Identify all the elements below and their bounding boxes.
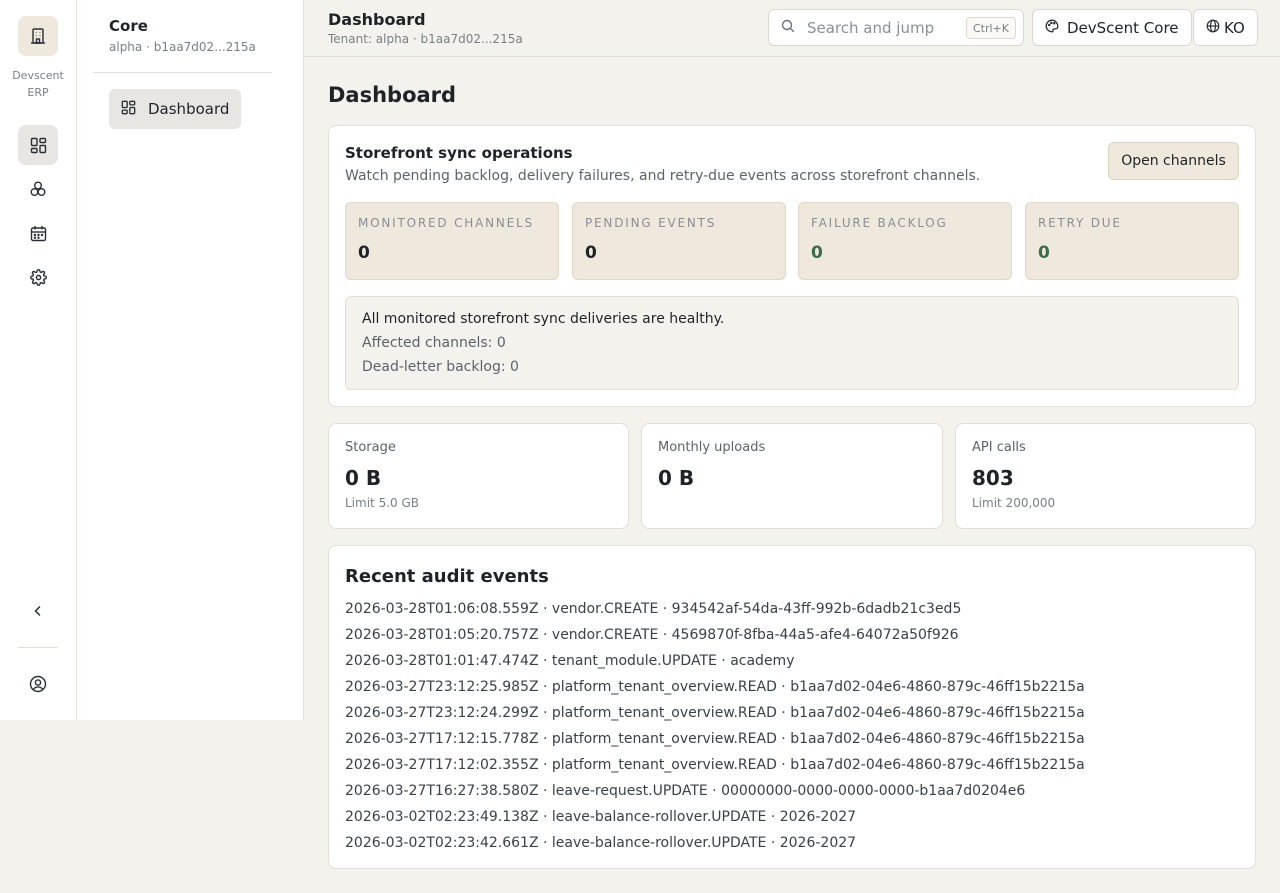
dead-letter-backlog: Dead-letter backlog: 0 <box>362 359 519 375</box>
metric-failure-backlog: Failure backlog 0 <box>798 202 1012 280</box>
theme-button[interactable]: DevScent Core <box>1032 9 1192 46</box>
usage-label: API calls <box>972 440 1026 455</box>
audit-event: 2026-03-28T01:06:08.559Z · vendor.CREATE… <box>345 601 962 617</box>
storefront-sync-card: Storefront sync operations Watch pending… <box>328 125 1256 407</box>
sync-description: Watch pending backlog, delivery failures… <box>345 168 981 184</box>
metric-label: Failure backlog <box>811 216 948 230</box>
audit-event: 2026-03-28T01:01:47.474Z · tenant_module… <box>345 653 795 669</box>
usage-value: 0 B <box>345 466 382 490</box>
metric-value: 0 <box>811 243 823 263</box>
audit-event-list: 2026-03-28T01:06:08.559Z · vendor.CREATE… <box>345 596 1085 856</box>
usage-limit: Limit 5.0 GB <box>345 496 419 510</box>
audit-event: 2026-03-27T23:12:25.985Z · platform_tena… <box>345 679 1085 695</box>
metric-label: Pending events <box>585 216 717 230</box>
metric-retry-due: Retry due 0 <box>1025 202 1239 280</box>
audit-event: 2026-03-02T02:23:42.661Z · leave-balance… <box>345 835 857 851</box>
audit-events-card: Recent audit events 2026-03-28T01:06:08.… <box>328 545 1256 869</box>
sidebar-item-dashboard[interactable]: Dashboard <box>109 89 241 129</box>
status-message: All monitored storefront sync deliveries… <box>362 311 725 327</box>
audit-event: 2026-03-27T16:27:38.580Z · leave-request… <box>345 783 1026 799</box>
search-placeholder: Search and jump <box>807 18 935 37</box>
sidebar-divider <box>93 72 272 73</box>
gear-icon[interactable] <box>18 257 58 297</box>
header-subtitle: Tenant: alpha · b1aa7d02...215a <box>328 32 523 46</box>
metric-value: 0 <box>585 243 597 263</box>
sync-title: Storefront sync operations <box>345 144 573 162</box>
audit-event: 2026-03-02T02:23:49.138Z · leave-balance… <box>345 809 857 825</box>
modules-icon[interactable] <box>18 169 58 209</box>
globe-icon <box>1206 19 1220 37</box>
sync-status-box: All monitored storefront sync deliveries… <box>345 296 1239 390</box>
usage-card-api-calls: API calls 803 Limit 200,000 <box>955 423 1256 529</box>
module-title: Core <box>109 17 148 35</box>
metric-value: 0 <box>358 243 370 263</box>
search-shortcut: Ctrl+K <box>965 17 1016 39</box>
page-title: Dashboard <box>328 83 457 107</box>
theme-label: DevScent Core <box>1067 18 1179 37</box>
search-icon <box>781 18 795 37</box>
usage-limit: Limit 200,000 <box>972 496 1056 510</box>
usage-label: Storage <box>345 440 396 455</box>
metric-pending-events: Pending events 0 <box>572 202 786 280</box>
audit-event: 2026-03-27T17:12:15.778Z · platform_tena… <box>345 731 1085 747</box>
header-title: Dashboard <box>328 10 426 29</box>
metric-monitored-channels: Monitored channels 0 <box>345 202 559 280</box>
audit-event: 2026-03-27T23:12:24.299Z · platform_tena… <box>345 705 1085 721</box>
dashboard-icon <box>121 100 136 119</box>
usage-card-storage: Storage 0 B Limit 5.0 GB <box>328 423 629 529</box>
search-input[interactable]: Search and jump Ctrl+K <box>768 9 1024 46</box>
module-sidebar: Core alpha · b1aa7d02...215a Dashboard <box>77 0 304 720</box>
icon-rail: Devscent ERP <box>0 0 77 720</box>
user-circle-icon[interactable] <box>18 664 58 704</box>
chevron-left-icon[interactable] <box>18 591 58 631</box>
usage-card-monthly-uploads: Monthly uploads 0 B <box>641 423 943 529</box>
top-header: Dashboard Tenant: alpha · b1aa7d02...215… <box>304 0 1280 57</box>
sidebar-item-label: Dashboard <box>148 100 230 118</box>
usage-value: 803 <box>972 466 1014 490</box>
module-subtitle: alpha · b1aa7d02...215a <box>109 40 256 54</box>
language-button[interactable]: KO <box>1193 9 1258 46</box>
calendar-icon[interactable] <box>18 213 58 253</box>
rail-divider <box>18 647 58 648</box>
metric-label: Retry due <box>1038 216 1122 230</box>
open-channels-button[interactable]: Open channels <box>1108 142 1239 180</box>
audit-event: 2026-03-28T01:05:20.757Z · vendor.CREATE… <box>345 627 959 643</box>
metric-label: Monitored channels <box>358 216 534 230</box>
metric-value: 0 <box>1038 243 1050 263</box>
brand-name: Devscent ERP <box>12 69 64 99</box>
audit-event: 2026-03-27T17:12:02.355Z · platform_tena… <box>345 757 1085 773</box>
usage-label: Monthly uploads <box>658 440 766 455</box>
affected-channels: Affected channels: 0 <box>362 335 506 351</box>
usage-value: 0 B <box>658 466 695 490</box>
palette-icon <box>1045 19 1059 37</box>
dashboard-icon[interactable] <box>18 125 58 165</box>
language-label: KO <box>1224 18 1245 37</box>
audit-title: Recent audit events <box>345 566 549 587</box>
building-icon[interactable] <box>18 16 58 56</box>
